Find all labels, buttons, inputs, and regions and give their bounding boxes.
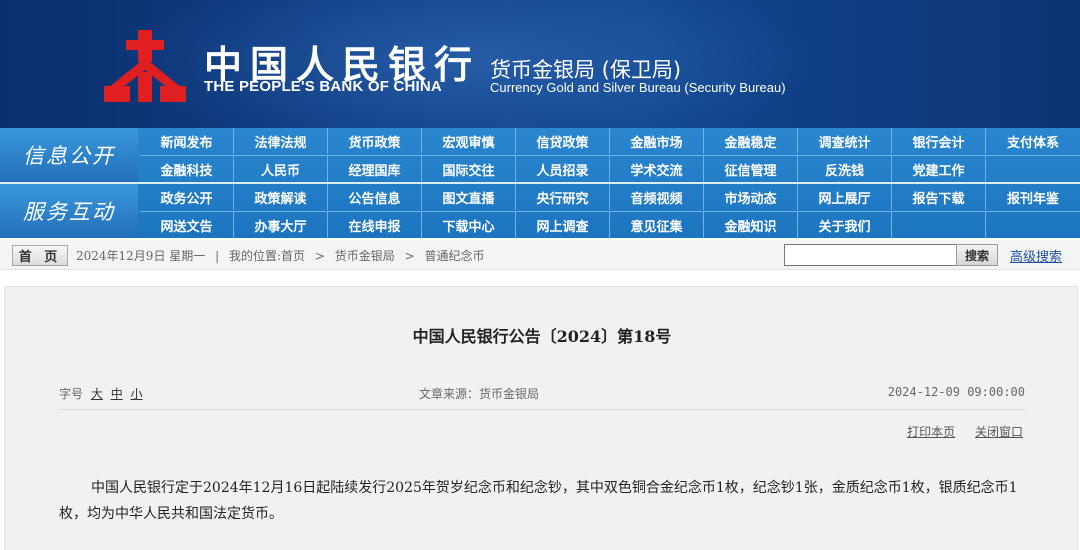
pboc-logo-icon[interactable] [100,28,190,106]
home-button[interactable]: 首 页 [12,245,68,266]
nav-item-empty [892,212,986,238]
breadcrumb: 2024年12月9日 星期一 | 我的位置:首页 > 货币金银局 > 普通纪念币 [76,247,491,264]
nav-info-title[interactable]: 信息公开 [0,128,138,182]
font-small-link[interactable]: 小 [131,387,143,401]
nav-item-party-building[interactable]: 党建工作 [892,156,986,182]
bank-name-en: THE PEOPLE'S BANK OF CHINA [204,78,442,95]
nav-item-report-download[interactable]: 报告下载 [892,184,986,210]
nav-item-financial-market[interactable]: 金融市场 [610,128,704,154]
article-panel: 中国人民银行公告〔2024〕第18号 字号 大 中 小 文章来源：货币金银局 2… [4,286,1078,550]
article-title: 中国人民银行公告〔2024〕第18号 [412,327,672,346]
site-banner: 中国人民银行 THE PEOPLE'S BANK OF CHINA 货币金银局 … [0,0,1080,128]
nav-item-online-filing[interactable]: 在线申报 [328,212,422,238]
nav-item-download-center[interactable]: 下载中心 [422,212,516,238]
nav-item-laws[interactable]: 法律法规 [234,128,328,154]
nav-item-financial-stability[interactable]: 金融稳定 [704,128,798,154]
main-nav: 信息公开 新闻发布 法律法规 货币政策 宏观审慎 信贷政策 金融市场 金融稳定 … [0,128,1080,238]
print-link[interactable]: 打印本页 [907,425,955,439]
advanced-search-link[interactable]: 高级搜索 [1010,246,1062,265]
nav-item-live[interactable]: 图文直播 [422,184,516,210]
close-window-link[interactable]: 关闭窗口 [975,425,1023,439]
font-size-control: 字号 大 中 小 [59,385,143,402]
breadcrumb-home-link[interactable]: 首页 [281,249,305,263]
article-body: 中国人民银行定于2024年12月16日起陆续发行2025年贺岁纪念币和纪念钞，其… [59,480,1018,522]
nav-item-about[interactable]: 关于我们 [798,212,892,238]
nav-info-grid: 新闻发布 法律法规 货币政策 宏观审慎 信贷政策 金融市场 金融稳定 调查统计 … [140,128,1080,182]
article-meta: 字号 大 中 小 文章来源：货币金银局 2024-12-09 09:00:00 [5,385,1079,405]
nav-service-block: 服务互动 政务公开 政策解读 公告信息 图文直播 央行研究 音频视频 市场动态 … [0,184,1080,238]
nav-item-service-hall[interactable]: 办事大厅 [234,212,328,238]
location-label: 我的位置: [228,249,282,263]
nav-item-news[interactable]: 新闻发布 [140,128,234,154]
nav-item-online-exhibition[interactable]: 网上展厅 [798,184,892,210]
nav-service-row1: 政务公开 政策解读 公告信息 图文直播 央行研究 音频视频 市场动态 网上展厅 … [140,184,1080,211]
nav-item-rmb[interactable]: 人民币 [234,156,328,182]
nav-item-fintech[interactable]: 金融科技 [140,156,234,182]
nav-item-media[interactable]: 音频视频 [610,184,704,210]
breadcrumb-separator: > [404,249,415,263]
nav-item-academic[interactable]: 学术交流 [610,156,704,182]
breadcrumb-current[interactable]: 普通纪念币 [424,249,484,263]
nav-item-send-notices[interactable]: 网送文告 [140,212,234,238]
nav-service-row2: 网送文告 办事大厅 在线申报 下载中心 网上调查 意见征集 金融知识 关于我们 [140,211,1080,238]
meta-divider [59,409,1025,410]
nav-item-empty [986,156,1080,182]
nav-info-block: 信息公开 新闻发布 法律法规 货币政策 宏观审慎 信贷政策 金融市场 金融稳定 … [0,128,1080,182]
nav-item-yearbook[interactable]: 报刊年鉴 [986,184,1080,210]
nav-item-policy-interpretation[interactable]: 政策解读 [234,184,328,210]
nav-item-macroprudential[interactable]: 宏观审慎 [422,128,516,154]
nav-item-statistics[interactable]: 调查统计 [798,128,892,154]
nav-info-row2: 金融科技 人民币 经理国库 国际交往 人员招录 学术交流 征信管理 反洗钱 党建… [140,155,1080,182]
nav-item-announcements[interactable]: 公告信息 [328,184,422,210]
nav-service-title[interactable]: 服务互动 [0,184,138,238]
nav-item-accounting[interactable]: 银行会计 [892,128,986,154]
article-source: 文章来源：货币金银局 [419,387,540,401]
nav-info-row1: 新闻发布 法律法规 货币政策 宏观审慎 信贷政策 金融市场 金融稳定 调查统计 … [140,128,1080,155]
search-button[interactable]: 搜索 [956,244,998,266]
nav-item-treasury[interactable]: 经理国库 [328,156,422,182]
font-large-link[interactable]: 大 [91,387,103,401]
nav-item-research[interactable]: 央行研究 [516,184,610,210]
breadcrumb-separator: > [314,249,325,263]
nav-item-credit-reference[interactable]: 征信管理 [704,156,798,182]
nav-item-recruitment[interactable]: 人员招录 [516,156,610,182]
nav-item-gov-affairs[interactable]: 政务公开 [140,184,234,210]
nav-item-online-survey[interactable]: 网上调查 [516,212,610,238]
search-input[interactable] [784,244,970,266]
nav-service-grid: 政务公开 政策解读 公告信息 图文直播 央行研究 音频视频 市场动态 网上展厅 … [140,184,1080,238]
nav-item-international[interactable]: 国际交往 [422,156,516,182]
publish-date: 2024-12-09 09:00:00 [887,385,1025,399]
nav-item-feedback[interactable]: 意见征集 [610,212,704,238]
breadcrumb-bar: 首 页 2024年12月9日 星期一 | 我的位置:首页 > 货币金银局 > 普… [0,240,1080,270]
breadcrumb-divider: | [215,249,220,263]
nav-item-credit-policy[interactable]: 信贷政策 [516,128,610,154]
bureau-name-en: Currency Gold and Silver Bureau (Securit… [490,80,786,95]
font-medium-link[interactable]: 中 [111,387,123,401]
nav-item-empty [986,212,1080,238]
article-tools: 打印本页 关闭窗口 [891,423,1023,440]
nav-item-financial-knowledge[interactable]: 金融知识 [704,212,798,238]
current-date: 2024年12月9日 星期一 [76,249,206,263]
nav-item-payment[interactable]: 支付体系 [986,128,1080,154]
nav-item-monetary-policy[interactable]: 货币政策 [328,128,422,154]
nav-item-aml[interactable]: 反洗钱 [798,156,892,182]
nav-item-market-news[interactable]: 市场动态 [704,184,798,210]
font-size-label: 字号 [59,387,84,401]
breadcrumb-bureau-link[interactable]: 货币金银局 [335,249,395,263]
